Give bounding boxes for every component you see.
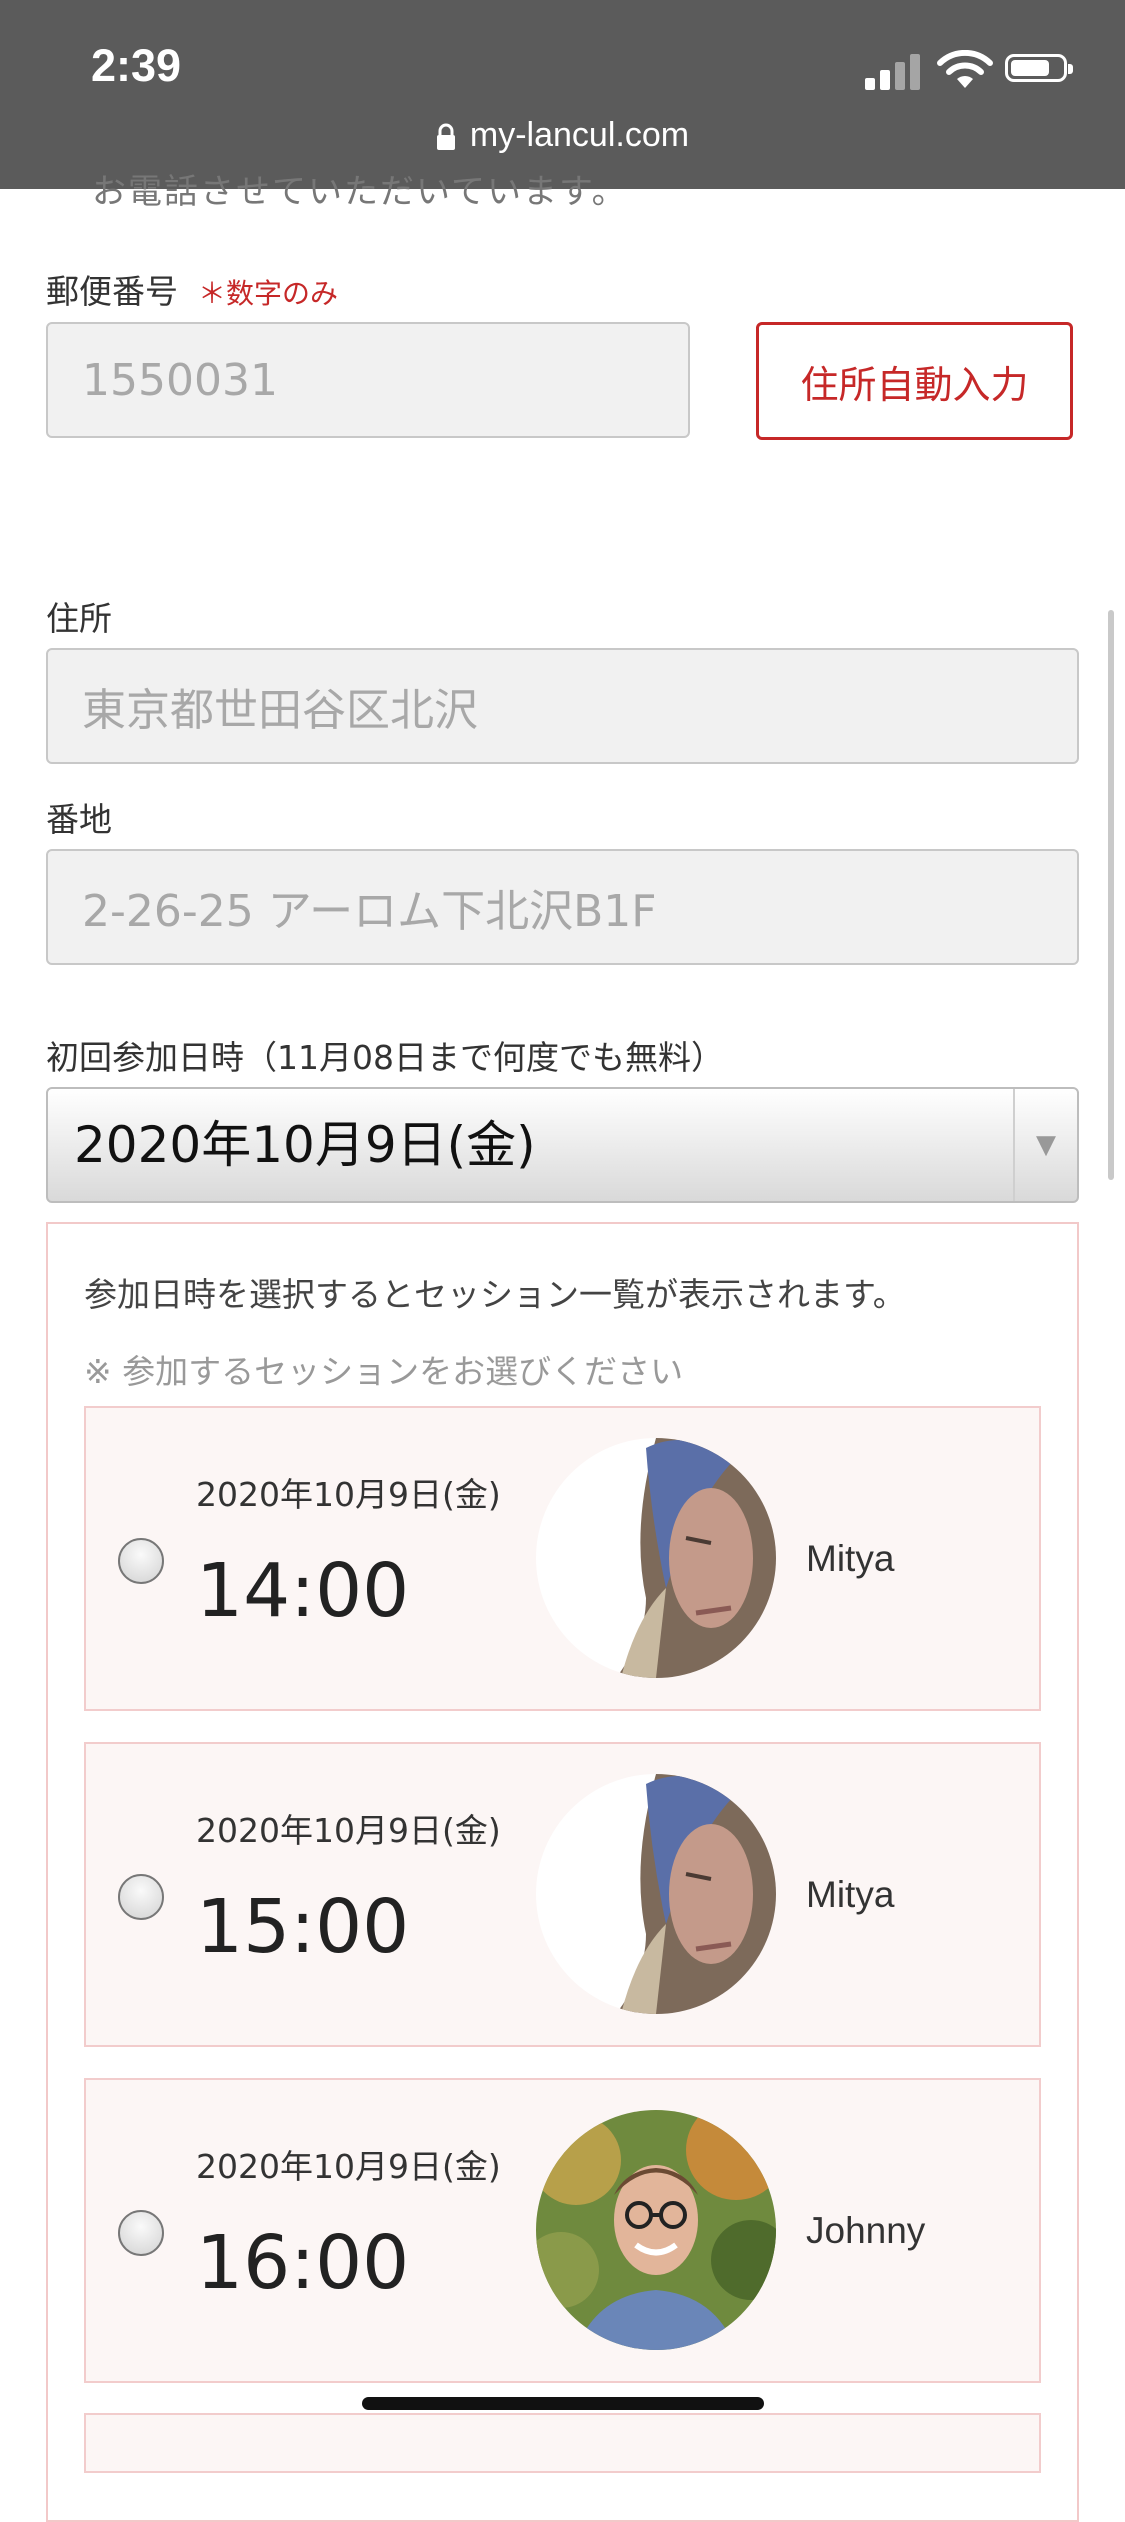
first-date-value: 2020年10月9日(金)	[74, 1116, 536, 1174]
address-bar[interactable]: my-lancul.com	[0, 116, 1125, 155]
avatar	[536, 2110, 776, 2350]
address-label: 住所	[46, 599, 112, 638]
avatar	[536, 1774, 776, 2014]
instructor-name: Johnny	[806, 2210, 926, 2251]
status-bar: 2:39 my-lancul.com	[0, 0, 1125, 189]
address-input[interactable]: 東京都世田谷区北沢	[46, 648, 1079, 764]
signal-icon	[865, 50, 925, 90]
postal-label: 郵便番号 ＊数字のみ	[46, 272, 339, 311]
status-time: 2:39	[91, 40, 182, 91]
session-card[interactable]	[84, 2413, 1041, 2473]
instructor-name: Mitya	[806, 1874, 895, 1915]
session-radio[interactable]	[118, 1874, 164, 1920]
session-info-text: 参加日時を選択するとセッション一覧が表示されます。	[84, 1275, 906, 1314]
session-time: 15:00	[196, 1884, 410, 1970]
wifi-icon	[937, 50, 993, 88]
status-icons	[865, 50, 1085, 90]
session-radio[interactable]	[118, 1538, 164, 1584]
session-date: 2020年10月9日(金)	[196, 2147, 501, 2186]
url-text: my-lancul.com	[469, 116, 690, 154]
required-note: ＊数字のみ	[198, 277, 339, 310]
session-date: 2020年10月9日(金)	[196, 1475, 501, 1514]
street-label: 番地	[46, 800, 112, 839]
battery-icon	[1005, 54, 1073, 82]
session-time: 14:00	[196, 1548, 410, 1634]
street-input[interactable]: 2-26-25 アーロム下北沢B1F	[46, 849, 1079, 965]
session-card[interactable]: 2020年10月9日(金) 15:00 Mitya	[84, 1742, 1041, 2047]
session-radio[interactable]	[118, 2210, 164, 2256]
session-card[interactable]: 2020年10月9日(金) 16:00 Johnny	[84, 2078, 1041, 2383]
cut-off-text: お電話させていただいています。	[92, 172, 628, 210]
home-indicator[interactable]	[362, 2397, 764, 2410]
session-date: 2020年10月9日(金)	[196, 1811, 501, 1850]
address-autofill-button[interactable]: 住所自動入力	[756, 322, 1073, 440]
first-date-select[interactable]: 2020年10月9日(金) ▼	[46, 1087, 1079, 1203]
instructor-name: Mitya	[806, 1538, 895, 1579]
lock-icon	[436, 123, 455, 151]
session-note-text: ※ 参加するセッションをお選びください	[84, 1352, 684, 1391]
session-card[interactable]: 2020年10月9日(金) 14:00 Mitya	[84, 1406, 1041, 1711]
scrollbar[interactable]	[1108, 610, 1114, 1180]
session-time: 16:00	[196, 2220, 410, 2306]
chevron-down-icon: ▼	[1013, 1089, 1077, 1201]
first-date-label: 初回参加日時（11月08日まで何度でも無料）	[46, 1038, 724, 1077]
avatar	[536, 1438, 776, 1678]
postal-code-input[interactable]: 1550031	[46, 322, 690, 438]
